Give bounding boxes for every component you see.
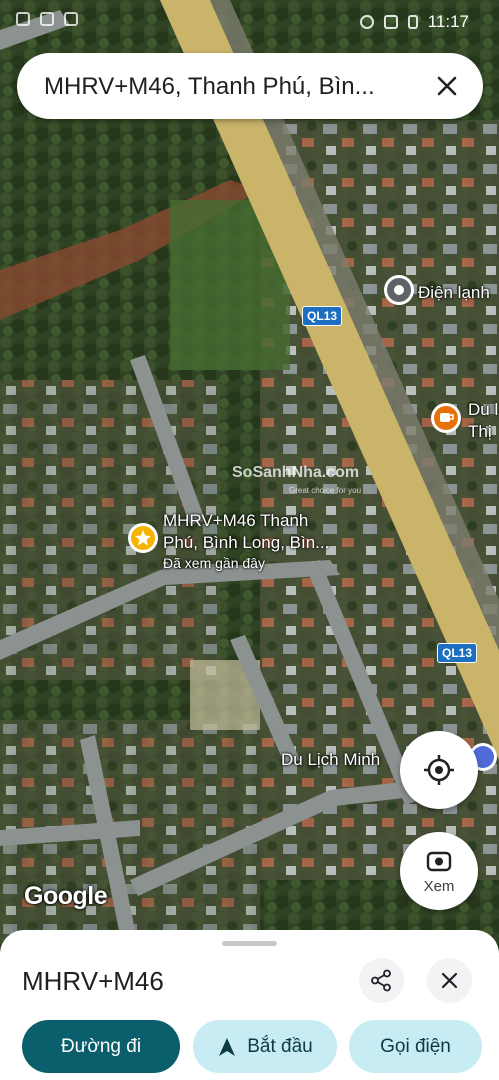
- selected-place-line2[interactable]: Phú, Bình Long, Bìn...: [163, 533, 329, 553]
- status-icons-right: 11:17: [359, 12, 469, 32]
- start-label: Bắt đầu: [247, 1035, 313, 1057]
- sheet-drag-handle[interactable]: [222, 941, 277, 946]
- status-time: 11:17: [427, 12, 469, 31]
- search-bar[interactable]: MHRV+M46, Thanh Phú, Bìn...: [17, 53, 483, 119]
- status-icons-left: [16, 12, 78, 26]
- close-sheet-button[interactable]: [427, 958, 472, 1003]
- road-shield-ql13-south: QL13: [437, 643, 478, 663]
- place-label-du-lich-line2: Thị: [468, 422, 492, 441]
- directions-label: Đường đi: [60, 1035, 142, 1057]
- star-icon[interactable]: [127, 522, 159, 554]
- place-pin-icon[interactable]: [383, 274, 415, 306]
- start-button[interactable]: Bắt đầu: [193, 1020, 337, 1073]
- place-label-du-lich-minh[interactable]: Du Lịch Minh: [281, 750, 380, 770]
- place-label-du-lich[interactable]: Du l: [468, 400, 498, 420]
- navigation-arrow-icon: [219, 1037, 236, 1056]
- share-icon: [371, 969, 391, 992]
- my-location-icon: [424, 755, 454, 785]
- selected-place-line1[interactable]: MHRV+M46 Thanh: [163, 511, 308, 531]
- wifi-icon: [40, 12, 54, 26]
- my-location-button[interactable]: [400, 731, 478, 809]
- battery-icon: [407, 15, 418, 29]
- mute-icon: [383, 15, 398, 29]
- camera-lens-icon: [426, 851, 452, 872]
- status-bar: 11:17: [0, 0, 499, 44]
- directions-button[interactable]: Đường đi: [22, 1020, 180, 1073]
- place-label-dien-lanh[interactable]: Điện lạnh: [418, 283, 490, 303]
- watermark-tagline: Great choice for you: [289, 486, 362, 495]
- view-button[interactable]: Xem: [400, 832, 478, 910]
- close-icon: [441, 972, 458, 989]
- search-query[interactable]: MHRV+M46, Thanh Phú, Bìn...: [44, 73, 419, 101]
- cafe-icon[interactable]: [430, 402, 462, 434]
- road-shield-ql13: QL13: [302, 306, 343, 326]
- notification-icon: [16, 12, 30, 26]
- call-label: Gọi điện: [380, 1035, 451, 1057]
- sheet-title: MHRV+M46: [22, 966, 164, 996]
- close-search-icon[interactable]: [431, 70, 463, 102]
- view-label: Xem: [423, 878, 455, 895]
- location-status-icon: [359, 15, 374, 29]
- call-button[interactable]: Gọi điện: [349, 1020, 482, 1073]
- share-button[interactable]: [359, 958, 404, 1003]
- selected-place-status: Đã xem gần đây: [163, 555, 265, 571]
- watermark-brand: SoSanhNha.com: [232, 464, 360, 481]
- google-attribution: Google: [24, 882, 108, 910]
- place-sheet[interactable]: MHRV+M46 Đường đi Bắt đầu Gọi điện: [0, 930, 499, 1080]
- bluetooth-icon: [64, 12, 78, 26]
